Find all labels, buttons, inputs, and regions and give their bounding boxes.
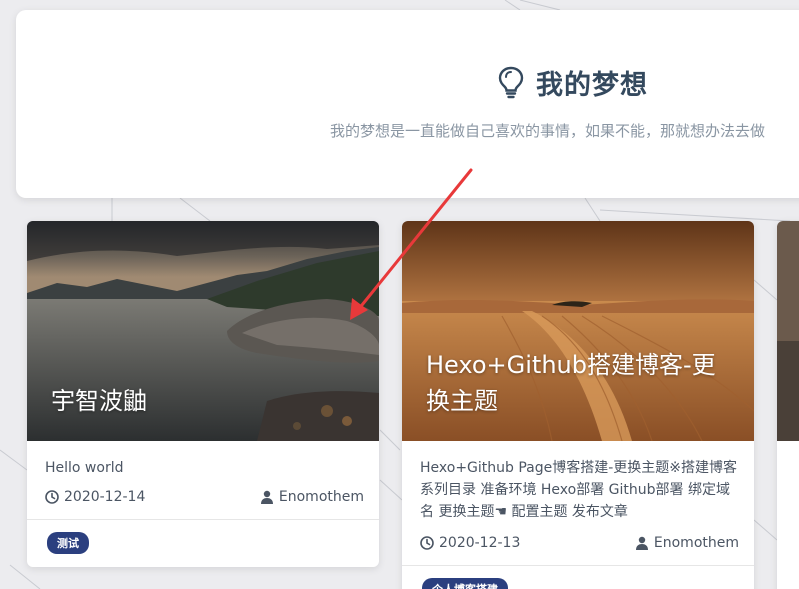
dream-card: 我的梦想 我的梦想是一直能做自己喜欢的事情，如果不能，那就想办法去做 bbox=[16, 10, 799, 198]
post-author-text[interactable]: Enomothem bbox=[279, 489, 364, 505]
post-tag[interactable]: 测试 bbox=[47, 532, 89, 554]
lightbulb-icon bbox=[498, 66, 524, 99]
post-tags: 个人博客搭建 bbox=[402, 566, 754, 589]
post-cover-image[interactable]: Hexo+Github搭建博客-更换主题 bbox=[402, 221, 754, 441]
post-date: 2020-12-13 bbox=[420, 535, 520, 551]
post-summary: Hexo+Github Page博客搭建-更换主题※搭建博客系列目录 准备环境 … bbox=[420, 460, 738, 520]
clock-icon bbox=[45, 490, 59, 504]
dream-title: 我的梦想 bbox=[536, 69, 648, 101]
post-tags: 测试 bbox=[27, 520, 379, 554]
blog-page: 我的梦想 我的梦想是一直能做自己喜欢的事情，如果不能，那就想办法去做 宇智波鼬 … bbox=[0, 0, 799, 589]
post-author[interactable]: Enomothem bbox=[260, 489, 364, 505]
post-date: 2020-12-14 bbox=[45, 489, 145, 505]
post-card-partial[interactable] bbox=[777, 221, 799, 589]
dream-heading: 我的梦想 bbox=[496, 62, 648, 102]
dream-subtitle: 我的梦想是一直能做自己喜欢的事情，如果不能，那就想办法去做 bbox=[330, 122, 766, 140]
post-cover-title[interactable]: Hexo+Github搭建博客-更换主题 bbox=[426, 347, 736, 419]
post-card-body: Hexo+Github Page博客搭建-更换主题※搭建博客系列目录 准备环境 … bbox=[402, 457, 754, 553]
post-cover-image[interactable] bbox=[777, 221, 799, 441]
post-author-text[interactable]: Enomothem bbox=[654, 535, 739, 551]
post-date-text: 2020-12-14 bbox=[64, 489, 146, 505]
post-card-body: Hello world 2020-12-14 Enomothem bbox=[27, 457, 379, 507]
post-cover-title[interactable]: 宇智波鼬 bbox=[51, 383, 147, 419]
post-meta: 2020-12-14 Enomothem bbox=[45, 487, 364, 507]
post-meta: 2020-12-13 Enomothem bbox=[420, 533, 739, 553]
post-card[interactable]: Hexo+Github搭建博客-更换主题 Hexo+Github Page博客搭… bbox=[402, 221, 754, 589]
post-summary: Hello world bbox=[45, 460, 124, 476]
post-card[interactable]: 宇智波鼬 Hello world 2020-12-14 Enomothem 测试 bbox=[27, 221, 379, 567]
user-icon bbox=[260, 490, 273, 504]
clock-icon bbox=[420, 536, 434, 550]
user-icon bbox=[635, 536, 648, 550]
post-author[interactable]: Enomothem bbox=[635, 535, 739, 551]
post-cover-image[interactable]: 宇智波鼬 bbox=[27, 221, 379, 441]
post-date-text: 2020-12-13 bbox=[439, 535, 521, 551]
post-tag[interactable]: 个人博客搭建 bbox=[422, 578, 508, 589]
